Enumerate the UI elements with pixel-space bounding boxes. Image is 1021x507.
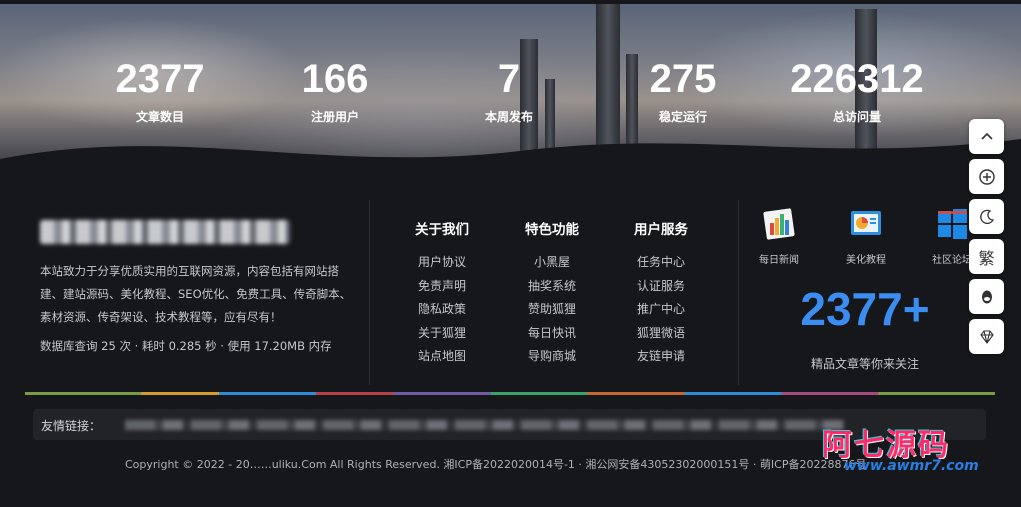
footer-column-features: 特色功能 小黑屋 抽奖系统 赞助狐狸 每日快讯 导购商城 (507, 218, 597, 369)
stat-uptime: 275 稳定运行 (603, 56, 763, 125)
about-section: 本站致力于分享优质实用的互联网资源，内容包括有网站搭建、建站源码、美化教程、SE… (40, 220, 360, 354)
vip-button[interactable] (969, 319, 1004, 354)
traditional-chinese-button[interactable]: 繁 (969, 239, 1004, 274)
stat-label: 注册用户 (310, 110, 359, 124)
footer-link[interactable]: 友链申请 (616, 345, 706, 369)
footer-link[interactable]: 导购商城 (507, 345, 597, 369)
footer-link[interactable]: 免责声明 (397, 275, 487, 299)
stat-label: 文章数目 (135, 110, 184, 124)
stats-banner: 2377 文章数目 166 注册用户 7 本周发布 275 稳定运行 22631… (0, 4, 1021, 179)
stat-articles: 2377 文章数目 (80, 56, 240, 125)
footer-link[interactable]: 狐狸微语 (616, 322, 706, 346)
column-title: 特色功能 (525, 222, 579, 238)
site-logo[interactable] (40, 220, 290, 244)
watermark-url: www.awmr7.com (844, 458, 979, 474)
column-title: 关于我们 (415, 222, 469, 238)
footer-link[interactable]: 用户协议 (397, 251, 487, 275)
stat-value: 275 (649, 57, 717, 101)
highlight-subtitle: 精品文章等你来关注 (810, 357, 919, 371)
column-title: 用户服务 (634, 222, 688, 238)
footer-link[interactable]: 赞助狐狸 (507, 298, 597, 322)
divider (738, 200, 739, 385)
stat-label: 总访问量 (832, 110, 881, 124)
app-tutorials[interactable]: 美化教程 (834, 207, 898, 266)
about-description: 本站致力于分享优质实用的互联网资源，内容包括有网站搭建、建站源码、美化教程、SE… (40, 264, 352, 324)
stat-label: 稳定运行 (658, 110, 707, 124)
diamond-icon (979, 329, 994, 344)
copyright-text: Copyright © 2022 - 20……uliku.Com All Rig… (125, 458, 867, 471)
stat-users: 166 注册用户 (255, 56, 415, 125)
back-to-top-button[interactable] (969, 119, 1004, 154)
stat-label: 本周发布 (484, 110, 533, 124)
footer-link[interactable]: 抽奖系统 (507, 275, 597, 299)
moon-icon (979, 209, 994, 224)
performance-info: 数据库查询 25 次 · 耗时 0.285 秒 · 使用 17.20MB 内存 (40, 339, 332, 353)
pie-chart-icon (851, 211, 881, 235)
plus-circle-icon (978, 168, 995, 185)
friend-links-label: 友情链接： (41, 419, 102, 433)
friend-links-list[interactable] (125, 420, 845, 430)
stats-row: 2377 文章数目 166 注册用户 7 本周发布 275 稳定运行 22631… (0, 56, 1021, 136)
divider (369, 200, 370, 385)
color-divider (25, 392, 995, 395)
footer-link[interactable]: 每日快讯 (507, 322, 597, 346)
qq-button[interactable] (969, 279, 1004, 314)
qq-icon (981, 290, 992, 303)
app-news[interactable]: 每日新闻 (747, 207, 811, 266)
dark-mode-button[interactable] (969, 199, 1004, 234)
stat-value: 166 (301, 57, 369, 101)
footer-column-about: 关于我们 用户协议 免责声明 隐私政策 关于狐狸 站点地图 (397, 218, 487, 369)
footer-link[interactable]: 关于狐狸 (397, 322, 487, 346)
stat-value: 226312 (790, 57, 924, 101)
stat-weekly: 7 本周发布 (429, 56, 589, 125)
footer-link[interactable]: 任务中心 (616, 251, 706, 275)
add-button[interactable] (969, 159, 1004, 194)
app-label: 美化教程 (846, 255, 886, 266)
watermark-logo: 阿七源码 www.awmr7.com (822, 420, 1002, 480)
traditional-chinese-label: 繁 (978, 248, 995, 268)
stat-visits: 226312 总访问量 (777, 56, 937, 125)
bar-chart-icon (763, 208, 795, 240)
stat-value: 7 (497, 57, 521, 101)
article-count-highlight: 2377+ (800, 283, 930, 335)
footer-link[interactable]: 隐私政策 (397, 298, 487, 322)
footer-link[interactable]: 推广中心 (616, 298, 706, 322)
footer-link[interactable]: 站点地图 (397, 345, 487, 369)
chevron-up-icon (980, 132, 993, 140)
stat-value: 2377 (115, 57, 205, 101)
footer-link[interactable]: 认证服务 (616, 275, 706, 299)
footer-link[interactable]: 小黑屋 (507, 251, 597, 275)
footer-column-services: 用户服务 任务中心 认证服务 推广中心 狐狸微语 友链申请 (616, 218, 706, 369)
windows-icon (938, 209, 967, 239)
app-label: 每日新闻 (759, 255, 799, 266)
